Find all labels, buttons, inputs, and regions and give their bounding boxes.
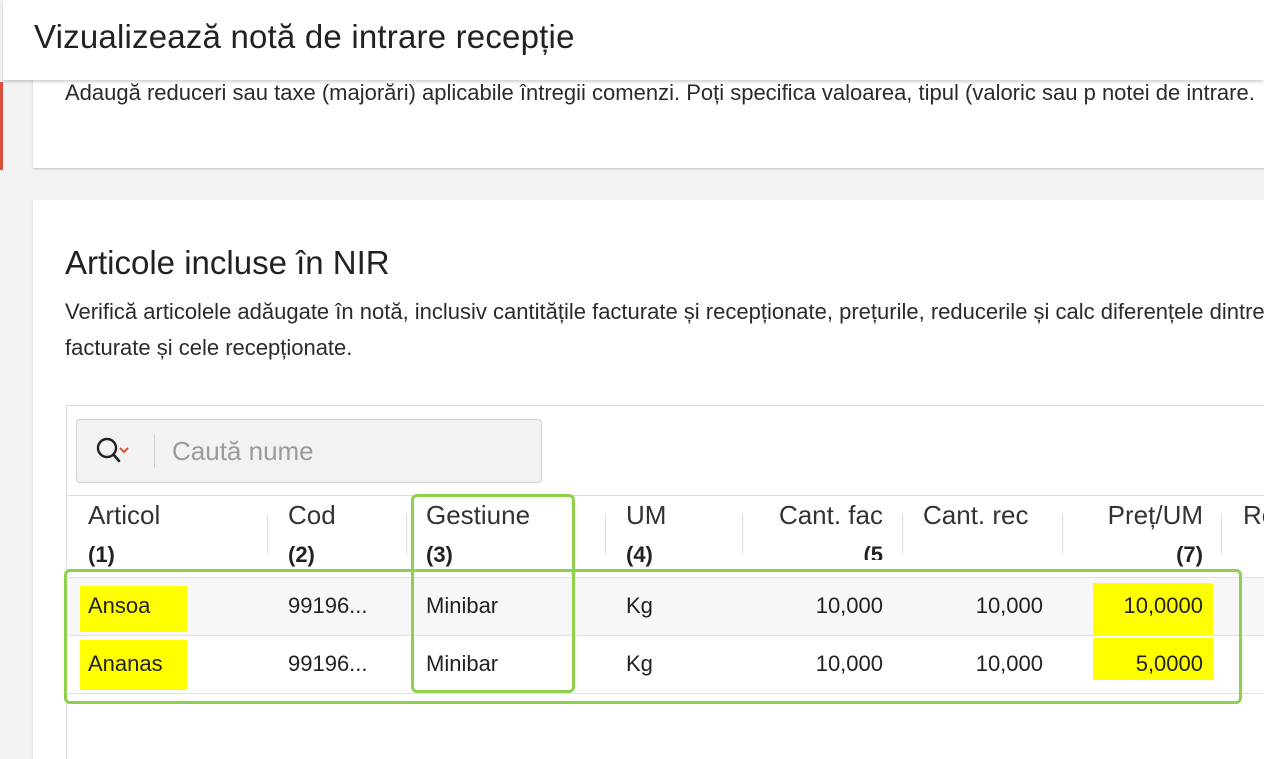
column-header-cant-rec[interactable]: Cant. rec — [923, 500, 1049, 560]
column-separator[interactable] — [742, 514, 743, 554]
discounts-description: Adaugă reduceri sau taxe (majorări) apli… — [65, 80, 1255, 105]
cell-articol: Ansoa — [88, 593, 151, 618]
column-index: (2) — [288, 542, 315, 567]
cell-cant-rec: 10,000 — [975, 651, 1043, 676]
cell-pret-um: 10,0000 — [1123, 593, 1203, 618]
column-index: (7) — [1176, 542, 1203, 567]
column-label: Articol — [88, 500, 161, 530]
column-label: Preț/UM — [1107, 500, 1203, 530]
items-table: Articol (1) Cod (2) Gestiune (3) UM (4) … — [66, 405, 1264, 759]
cell-gestiune: Minibar — [426, 593, 499, 618]
column-index: (4) — [626, 542, 653, 567]
cell-articol: Ananas — [88, 651, 163, 676]
cell-cod: 99196... — [288, 651, 368, 676]
column-index: (3) — [426, 542, 453, 567]
page: Vizualizează notă de intrare recepție Ad… — [0, 0, 1264, 759]
column-separator[interactable] — [1062, 514, 1063, 554]
column-header-cant-fac[interactable]: Cant. fac (5 — [757, 500, 883, 560]
column-header-pret-um[interactable]: Preț/UM (7) — [1077, 500, 1203, 567]
cell-gestiune: Minibar — [426, 651, 499, 676]
left-accent-bar — [0, 82, 3, 170]
column-separator[interactable] — [406, 514, 407, 554]
header-divider — [67, 495, 1264, 496]
column-index: (1) — [88, 542, 115, 567]
cell-cant-fac: 10,000 — [815, 593, 883, 618]
cell-cod: 99196... — [288, 593, 368, 618]
page-header: Vizualizează notă de intrare recepție — [3, 0, 1264, 80]
cell-um: Kg — [626, 593, 653, 618]
column-header-re[interactable]: Re — [1243, 500, 1264, 560]
column-header-gestiune[interactable]: Gestiune (3) — [426, 500, 576, 567]
column-label: UM — [626, 500, 667, 530]
column-header-cod[interactable]: Cod (2) — [288, 500, 398, 567]
search-input[interactable] — [170, 432, 534, 470]
column-label: Cant. rec — [923, 500, 1029, 530]
column-separator[interactable] — [1221, 514, 1222, 554]
column-separator[interactable] — [605, 514, 606, 554]
table-row[interactable]: Ananas 99196... Minibar Kg 10,000 10,000… — [67, 635, 1264, 694]
column-label: Re — [1243, 500, 1264, 530]
search-separator — [154, 434, 155, 468]
column-label: Cod — [288, 500, 336, 530]
cell-cant-rec: 10,000 — [975, 593, 1043, 618]
cell-cant-fac: 10,000 — [815, 651, 883, 676]
cell-um: Kg — [626, 651, 653, 676]
column-header-articol[interactable]: Articol (1) — [88, 500, 258, 567]
column-index: (5 — [863, 542, 883, 560]
table-row[interactable]: Ansoa 99196... Minibar Kg 10,000 10,000 … — [67, 577, 1264, 635]
column-label: Gestiune — [426, 500, 531, 530]
items-card: Articole incluse în NIR Verifică articol… — [33, 200, 1264, 759]
column-separator[interactable] — [902, 514, 903, 554]
column-label: Cant. fac — [778, 500, 883, 530]
items-section-description: Verifică articolele adăugate în notă, in… — [65, 299, 1264, 360]
column-header-um[interactable]: UM (4) — [626, 500, 736, 567]
search-box[interactable] — [76, 419, 542, 483]
column-separator[interactable] — [267, 514, 268, 554]
items-section-title: Articole incluse în NIR — [65, 244, 390, 281]
cell-pret-um: 5,0000 — [1135, 651, 1203, 676]
chevron-down-icon — [119, 447, 129, 454]
page-title: Vizualizează notă de intrare recepție — [34, 18, 575, 55]
search-icon[interactable] — [95, 436, 129, 466]
